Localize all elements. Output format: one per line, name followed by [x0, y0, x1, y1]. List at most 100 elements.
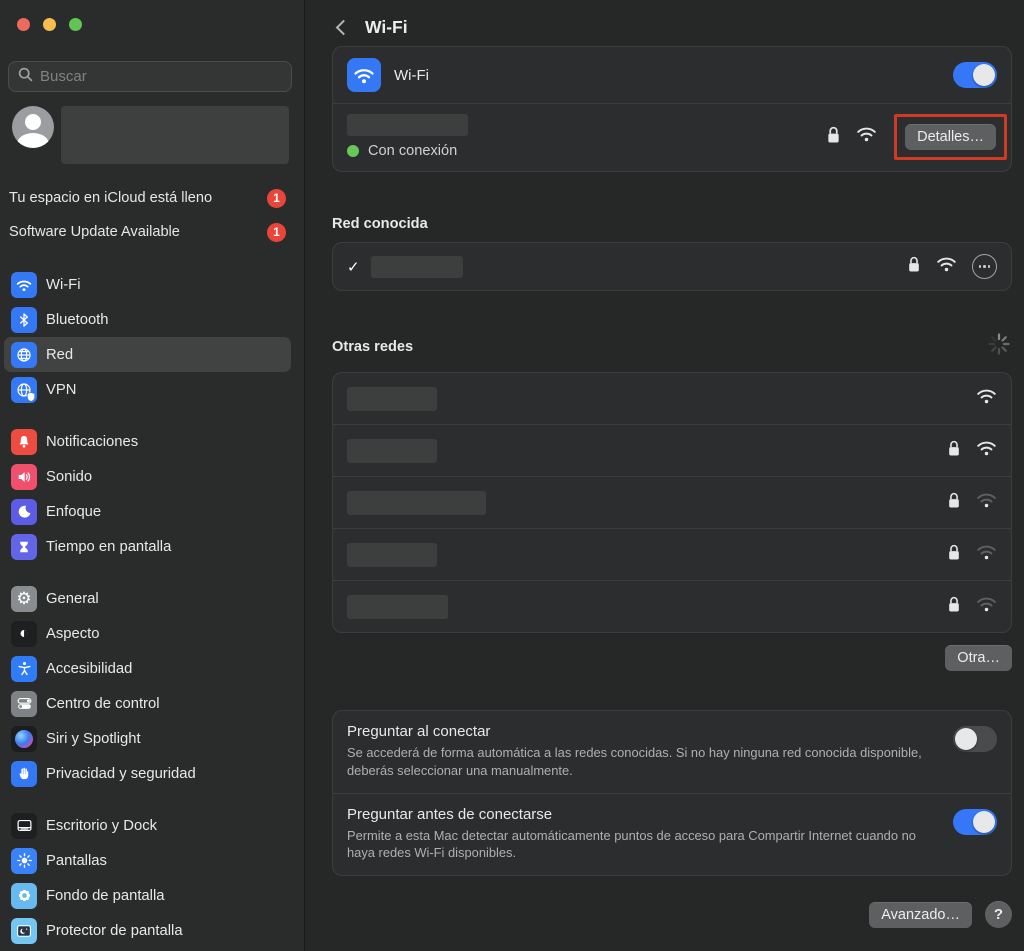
sidebar-item-sonido[interactable]: Sonido	[4, 459, 291, 494]
speaker-icon	[11, 464, 37, 490]
dock-icon	[11, 813, 37, 839]
search-field[interactable]	[8, 61, 292, 92]
ask-to-join-toggle[interactable]	[953, 726, 997, 752]
sidebar-item-privacidad-y-seguridad[interactable]: Privacidad y seguridad	[4, 756, 291, 791]
system-settings-window: Tu espacio en iCloud está lleno 1 Softwa…	[0, 0, 1024, 951]
sidebar-item-fondo-de-pantalla[interactable]: Fondo de pantalla	[4, 878, 291, 913]
ask-to-join-row: Preguntar al conectar Se accederá de for…	[333, 711, 1011, 793]
sidebar-item-label: General	[46, 591, 99, 607]
lock-icon	[947, 543, 961, 566]
sidebar-item-label: Accesibilidad	[46, 661, 132, 677]
other-network-row[interactable]	[333, 477, 1011, 528]
alert-label: Tu espacio en iCloud está lleno	[9, 190, 212, 206]
ask-before-hotspot-description: Permite a esta Mac detectar automáticame…	[347, 827, 923, 863]
sidebar-item-software-update[interactable]: Software Update Available 1	[9, 219, 286, 245]
notification-badge: 1	[267, 189, 286, 208]
wifi-signal-weak-icon	[976, 596, 997, 618]
sidebar-item-label: Escritorio y Dock	[46, 818, 157, 834]
hand-icon	[11, 761, 37, 787]
other-network-row[interactable]	[333, 373, 1011, 424]
sidebar-item-tiempo-en-pantalla[interactable]: Tiempo en pantalla	[4, 529, 291, 564]
other-network-row[interactable]	[333, 581, 1011, 632]
wifi-toggle[interactable]	[953, 62, 997, 88]
sidebar-item-label: Tiempo en pantalla	[46, 539, 171, 555]
other-network-button[interactable]: Otra…	[945, 645, 1012, 671]
redacted-network-name	[347, 387, 437, 411]
sidebar-item-label: Bluetooth	[46, 312, 109, 328]
lock-icon	[947, 595, 961, 618]
other-network-row[interactable]	[333, 529, 1011, 580]
panel-header: Wi-Fi	[332, 0, 1012, 40]
ask-before-hotspot-title: Preguntar antes de conectarse	[347, 806, 923, 823]
accessibility-icon	[11, 656, 37, 682]
sidebar-item-vpn[interactable]: VPN	[4, 372, 291, 407]
redacted-network-name	[347, 543, 437, 567]
sidebar-item-label: Pantallas	[46, 853, 107, 869]
profile-row[interactable]	[12, 106, 289, 164]
sidebar-item-label: Notificaciones	[46, 434, 138, 450]
ask-to-join-description: Se accederá de forma automática a las re…	[347, 744, 923, 780]
sidebar-item-label: VPN	[46, 382, 76, 398]
known-network-row[interactable]: ✓	[333, 243, 1011, 290]
sidebar-item-centro-de-control[interactable]: Centro de control	[4, 686, 291, 721]
avatar	[12, 106, 54, 148]
sidebar-item-pantallas[interactable]: Pantallas	[4, 843, 291, 878]
sidebar-item-escritorio-y-dock[interactable]: Escritorio y Dock	[4, 808, 291, 843]
wifi-signal-icon	[976, 388, 997, 410]
gear-icon: ⚙	[11, 586, 37, 612]
search-input[interactable]	[40, 68, 282, 85]
minimize-window-button[interactable]	[43, 18, 56, 31]
sidebar-item-label: Siri y Spotlight	[46, 731, 141, 747]
known-network-card: ✓	[332, 242, 1012, 291]
lock-icon	[947, 491, 961, 514]
sidebar-item-wifi[interactable]: Wi-Fi	[4, 267, 291, 302]
redacted-network-name	[347, 114, 468, 136]
wifi-signal-icon	[856, 126, 877, 148]
bluetooth-icon	[11, 307, 37, 333]
redacted-network-name	[371, 256, 463, 278]
globe-icon	[11, 342, 37, 368]
wifi-label: Wi-Fi	[394, 67, 940, 84]
wifi-settings-panel: Wi-Fi Wi-Fi Con conexión	[305, 0, 1024, 951]
known-network-heading: Red conocida	[332, 216, 1012, 232]
advanced-button[interactable]: Avanzado…	[869, 902, 972, 928]
sidebar-item-general[interactable]: ⚙ General	[4, 581, 291, 616]
sidebar-item-aspecto[interactable]: ◐ Aspecto	[4, 616, 291, 651]
loading-spinner-icon	[986, 331, 1012, 362]
wifi-toggle-row: Wi-Fi	[333, 47, 1011, 103]
connection-status: Con conexión	[368, 143, 457, 159]
sidebar-item-label: Privacidad y seguridad	[46, 766, 196, 782]
ask-before-hotspot-toggle[interactable]	[953, 809, 997, 835]
sidebar-item-enfoque[interactable]: Enfoque	[4, 494, 291, 529]
screensaver-icon	[11, 918, 37, 944]
close-window-button[interactable]	[17, 18, 30, 31]
wifi-icon	[347, 58, 381, 92]
redacted-user-name	[61, 106, 289, 164]
search-icon	[18, 67, 33, 87]
wifi-icon	[11, 272, 37, 298]
other-network-row[interactable]	[333, 425, 1011, 476]
details-button[interactable]: Detalles…	[905, 124, 996, 150]
more-options-button[interactable]	[972, 254, 997, 279]
zoom-window-button[interactable]	[69, 18, 82, 31]
back-button[interactable]	[336, 19, 352, 35]
sidebar-item-icloud-alert[interactable]: Tu espacio en iCloud está lleno 1	[9, 185, 286, 211]
page-title: Wi-Fi	[365, 17, 408, 38]
sidebar-item-bluetooth[interactable]: Bluetooth	[4, 302, 291, 337]
sidebar-item-notificaciones[interactable]: Notificaciones	[4, 424, 291, 459]
wifi-signal-icon	[976, 440, 997, 462]
redacted-network-name	[347, 491, 486, 515]
lock-icon	[826, 125, 841, 149]
other-networks-card	[332, 372, 1012, 633]
wifi-signal-weak-icon	[976, 492, 997, 514]
sidebar-item-red[interactable]: Red	[4, 337, 291, 372]
sidebar-item-siri-y-spotlight[interactable]: Siri y Spotlight	[4, 721, 291, 756]
sidebar-nav: Wi-Fi Bluetooth Red VPN	[4, 267, 291, 948]
flower-icon	[11, 883, 37, 909]
window-controls	[17, 18, 82, 31]
sidebar-item-protector-de-pantalla[interactable]: Protector de pantalla	[4, 913, 291, 948]
help-button[interactable]: ?	[985, 901, 1012, 928]
redacted-network-name	[347, 439, 437, 463]
moon-icon	[11, 499, 37, 525]
sidebar-item-accesibilidad[interactable]: Accesibilidad	[4, 651, 291, 686]
